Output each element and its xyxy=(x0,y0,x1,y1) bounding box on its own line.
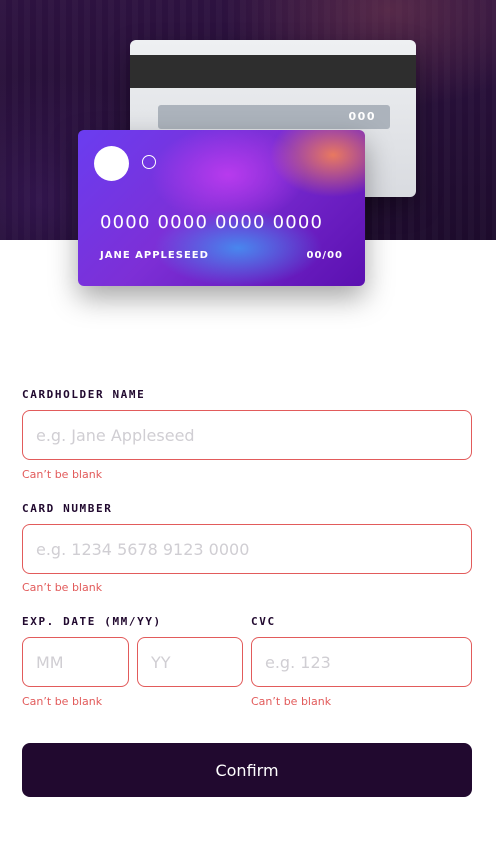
cvc-error: Can’t be blank xyxy=(251,695,332,708)
exp-year-input[interactable]: YY xyxy=(137,637,243,687)
signature-strip: 000 xyxy=(158,105,390,129)
card-logo-filled-circle-icon xyxy=(94,146,129,181)
card-number-error: Can’t be blank xyxy=(22,581,103,594)
card-logo-outline-circle-icon xyxy=(142,155,156,169)
card-cvc-text: 000 xyxy=(348,110,376,123)
card-holder-text: JANE APPLESEED xyxy=(100,250,209,261)
card-number-label: CARD NUMBER xyxy=(22,502,113,515)
exp-month-input[interactable]: MM xyxy=(22,637,129,687)
exp-date-error: Can’t be blank xyxy=(22,695,103,708)
card-front-preview: 0000 0000 0000 0000 JANE APPLESEED 00/00 xyxy=(78,130,365,286)
cardholder-name-label: CARDHOLDER NAME xyxy=(22,388,146,401)
magnetic-stripe xyxy=(130,55,416,88)
card-expiry-text: 00/00 xyxy=(306,250,343,261)
cvc-input[interactable]: e.g. 123 xyxy=(251,637,472,687)
card-number-input[interactable]: e.g. 1234 5678 9123 0000 xyxy=(22,524,472,574)
cardholder-name-input[interactable]: e.g. Jane Appleseed xyxy=(22,410,472,460)
cvc-label: CVC xyxy=(251,615,276,628)
confirm-button[interactable]: Confirm xyxy=(22,743,472,797)
cardholder-name-error: Can’t be blank xyxy=(22,468,103,481)
exp-date-label: EXP. DATE (MM/YY) xyxy=(22,615,162,628)
card-number-text: 0000 0000 0000 0000 xyxy=(100,212,324,233)
